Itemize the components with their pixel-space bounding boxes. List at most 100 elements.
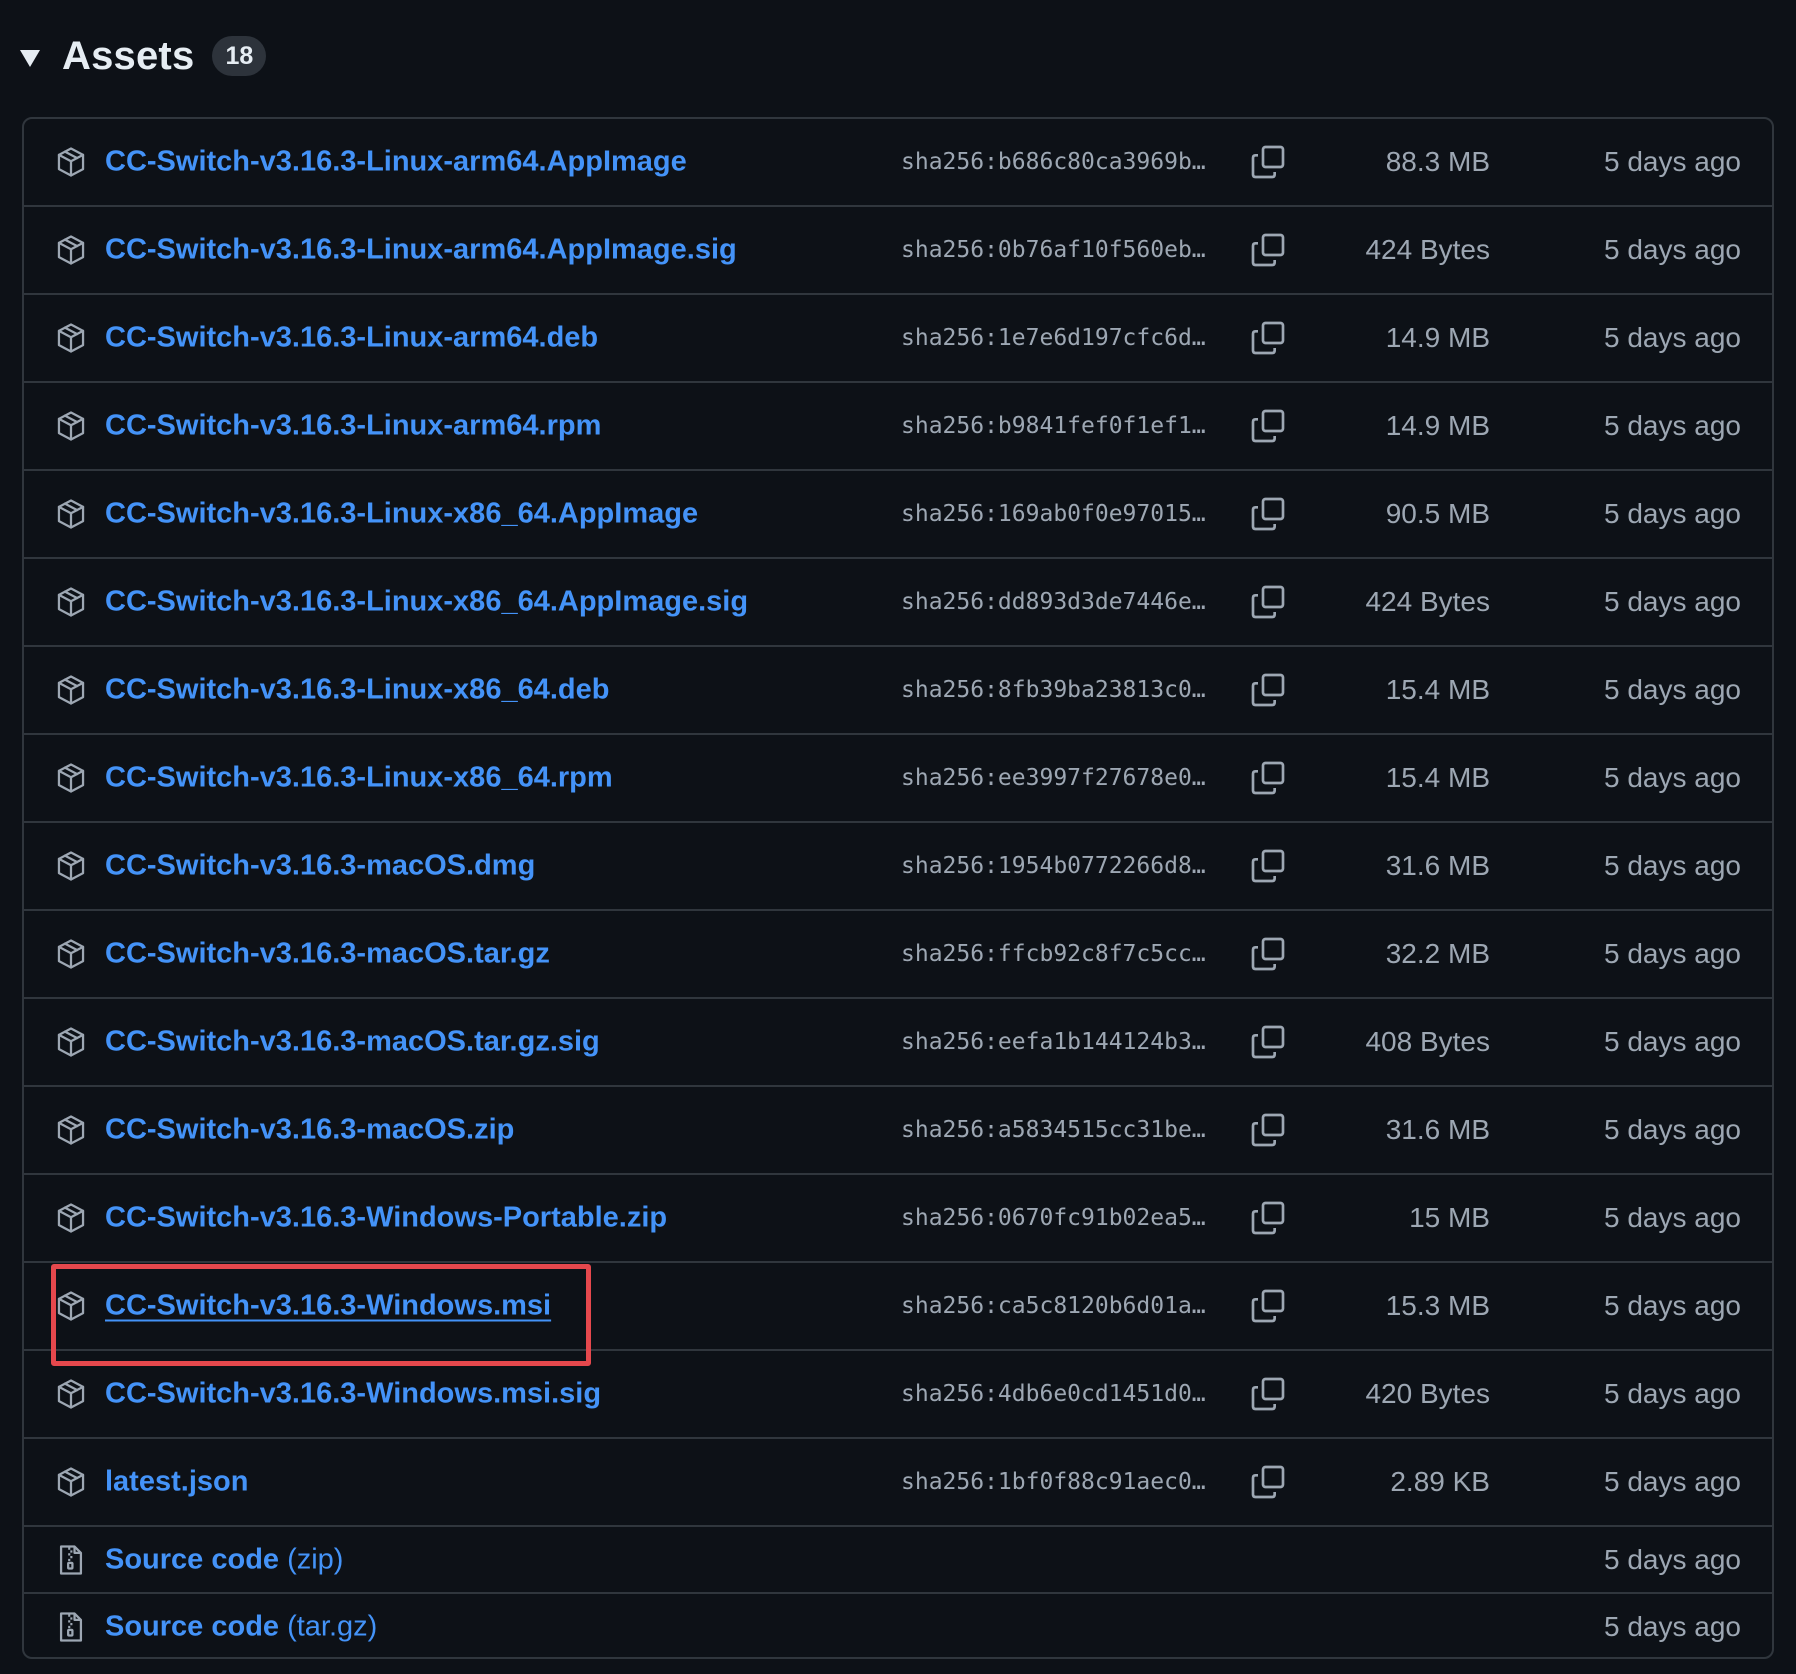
file-zip-icon (54, 1610, 88, 1644)
asset-date: 5 days ago (1604, 674, 1741, 705)
asset-row: CC-Switch-v3.16.3-Linux-arm64.AppImage sh… (24, 119, 1772, 205)
asset-row: CC-Switch-v3.16.3-Linux-x86_64.AppImage s… (24, 469, 1772, 557)
copy-icon[interactable] (1248, 1022, 1288, 1062)
package-icon (54, 497, 88, 531)
asset-size: 15.4 MB (1385, 762, 1490, 793)
asset-row: latest.json sha256:1bf0f88c91aec0… 2.89 KB… (24, 1437, 1772, 1525)
asset-download-link[interactable]: latest.json (105, 1466, 248, 1499)
assets-count-badge: 18 (212, 36, 267, 76)
asset-size: 32.2 MB (1385, 938, 1490, 969)
copy-icon[interactable] (1248, 406, 1288, 446)
package-icon (54, 1377, 88, 1411)
asset-size: 15.3 MB (1385, 1290, 1490, 1321)
asset-date: 5 days ago (1604, 146, 1741, 177)
asset-download-link[interactable]: CC-Switch-v3.16.3-macOS.tar.gz (105, 938, 550, 971)
package-icon (54, 409, 88, 443)
copy-icon[interactable] (1248, 582, 1288, 622)
asset-date: 5 days ago (1604, 1026, 1741, 1057)
triangle-down-icon[interactable] (20, 49, 40, 67)
package-icon (54, 1025, 88, 1059)
asset-sha256: sha256:ee3997f27678e0… (901, 765, 1206, 791)
copy-icon[interactable] (1248, 1198, 1288, 1238)
asset-download-link[interactable]: CC-Switch-v3.16.3-macOS.tar.gz.sig (105, 1026, 600, 1059)
assets-header[interactable]: Assets 18 (20, 28, 267, 84)
asset-download-link[interactable]: CC-Switch-v3.16.3-Linux-x86_64.rpm (105, 762, 613, 795)
copy-icon[interactable] (1248, 846, 1288, 886)
copy-icon[interactable] (1248, 1286, 1288, 1326)
asset-sha256: sha256:1e7e6d197cfc6d… (901, 325, 1206, 351)
asset-row: CC-Switch-v3.16.3-Linux-x86_64.deb sha256… (24, 645, 1772, 733)
asset-size: 424 Bytes (1365, 234, 1490, 265)
copy-icon[interactable] (1248, 318, 1288, 358)
asset-row: CC-Switch-v3.16.3-Linux-arm64.AppImage.s… (24, 205, 1772, 293)
copy-icon[interactable] (1248, 670, 1288, 710)
asset-size: 2.89 KB (1390, 1466, 1490, 1497)
asset-date: 5 days ago (1604, 234, 1741, 265)
asset-size: 14.9 MB (1385, 322, 1490, 353)
asset-download-link[interactable]: CC-Switch-v3.16.3-Linux-arm64.rpm (105, 410, 601, 443)
asset-size: 15.4 MB (1385, 674, 1490, 705)
assets-title: Assets (62, 33, 195, 78)
asset-download-link[interactable]: CC-Switch-v3.16.3-Linux-x86_64.AppImage.… (105, 586, 748, 619)
file-zip-icon (54, 1543, 88, 1577)
package-icon (54, 937, 88, 971)
asset-download-link[interactable]: CC-Switch-v3.16.3-Windows-Portable.zip (105, 1202, 667, 1235)
source-code-row: Source code (tar.gz) 5 days ago (24, 1592, 1772, 1657)
source-code-label: Source code (105, 1610, 280, 1642)
asset-row: CC-Switch-v3.16.3-Windows.msi.sig sha256:… (24, 1349, 1772, 1437)
asset-download-link[interactable]: CC-Switch-v3.16.3-Windows.msi.sig (105, 1378, 601, 1411)
asset-date: 5 days ago (1604, 1378, 1741, 1409)
copy-icon[interactable] (1248, 494, 1288, 534)
asset-sha256: sha256:dd893d3de7446e… (901, 589, 1206, 615)
asset-sha256: sha256:eefa1b144124b3… (901, 1029, 1206, 1055)
asset-size: 14.9 MB (1385, 410, 1490, 441)
asset-sha256: sha256:b9841fef0f1ef1… (901, 413, 1206, 439)
asset-date: 5 days ago (1604, 1114, 1741, 1145)
asset-date: 5 days ago (1604, 322, 1741, 353)
asset-sha256: sha256:ca5c8120b6d01a… (901, 1293, 1206, 1319)
asset-row: CC-Switch-v3.16.3-Linux-x86_64.AppImage.… (24, 557, 1772, 645)
asset-sha256: sha256:1bf0f88c91aec0… (901, 1469, 1206, 1495)
asset-download-link[interactable]: CC-Switch-v3.16.3-Linux-x86_64.deb (105, 674, 609, 707)
asset-row: CC-Switch-v3.16.3-macOS.zip sha256:a58345… (24, 1085, 1772, 1173)
asset-sha256: sha256:ffcb92c8f7c5cc… (901, 941, 1206, 967)
asset-sha256: sha256:0670fc91b02ea5… (901, 1205, 1206, 1231)
copy-icon[interactable] (1248, 230, 1288, 270)
asset-sha256: sha256:1954b0772266d8… (901, 853, 1206, 879)
asset-sha256: sha256:a5834515cc31be… (901, 1117, 1206, 1143)
copy-icon[interactable] (1248, 1462, 1288, 1502)
source-code-link[interactable]: Source code (tar.gz) (105, 1610, 377, 1643)
asset-date: 5 days ago (1604, 1202, 1741, 1233)
copy-icon[interactable] (1248, 758, 1288, 798)
source-code-date: 5 days ago (1604, 1543, 1741, 1575)
copy-icon[interactable] (1248, 934, 1288, 974)
asset-sha256: sha256:4db6e0cd1451d0… (901, 1381, 1206, 1407)
asset-download-link[interactable]: CC-Switch-v3.16.3-Windows.msi (105, 1290, 551, 1323)
asset-size: 31.6 MB (1385, 850, 1490, 881)
copy-icon[interactable] (1248, 1110, 1288, 1150)
asset-row: CC-Switch-v3.16.3-Linux-arm64.deb sha256:… (24, 293, 1772, 381)
package-icon (54, 1201, 88, 1235)
source-code-label: Source code (105, 1543, 280, 1575)
package-icon (54, 585, 88, 619)
asset-download-link[interactable]: CC-Switch-v3.16.3-macOS.zip (105, 1114, 514, 1147)
asset-download-link[interactable]: CC-Switch-v3.16.3-macOS.dmg (105, 850, 535, 883)
source-code-link[interactable]: Source code (zip) (105, 1543, 343, 1576)
asset-date: 5 days ago (1604, 938, 1741, 969)
asset-sha256: sha256:169ab0f0e97015… (901, 501, 1206, 527)
source-code-date: 5 days ago (1604, 1610, 1741, 1642)
asset-download-link[interactable]: CC-Switch-v3.16.3-Linux-arm64.deb (105, 322, 598, 355)
asset-sha256: sha256:0b76af10f560eb… (901, 237, 1206, 263)
asset-download-link[interactable]: CC-Switch-v3.16.3-Linux-x86_64.AppImage (105, 498, 698, 531)
copy-icon[interactable] (1248, 142, 1288, 182)
asset-date: 5 days ago (1604, 850, 1741, 881)
asset-size: 408 Bytes (1365, 1026, 1490, 1057)
asset-row: CC-Switch-v3.16.3-Linux-arm64.rpm sha256:… (24, 381, 1772, 469)
package-icon (54, 761, 88, 795)
asset-download-link[interactable]: CC-Switch-v3.16.3-Linux-arm64.AppImage (105, 146, 687, 179)
asset-date: 5 days ago (1604, 498, 1741, 529)
copy-icon[interactable] (1248, 1374, 1288, 1414)
asset-size: 420 Bytes (1365, 1378, 1490, 1409)
source-code-format: (tar.gz) (287, 1610, 378, 1642)
asset-download-link[interactable]: CC-Switch-v3.16.3-Linux-arm64.AppImage.s… (105, 234, 737, 267)
